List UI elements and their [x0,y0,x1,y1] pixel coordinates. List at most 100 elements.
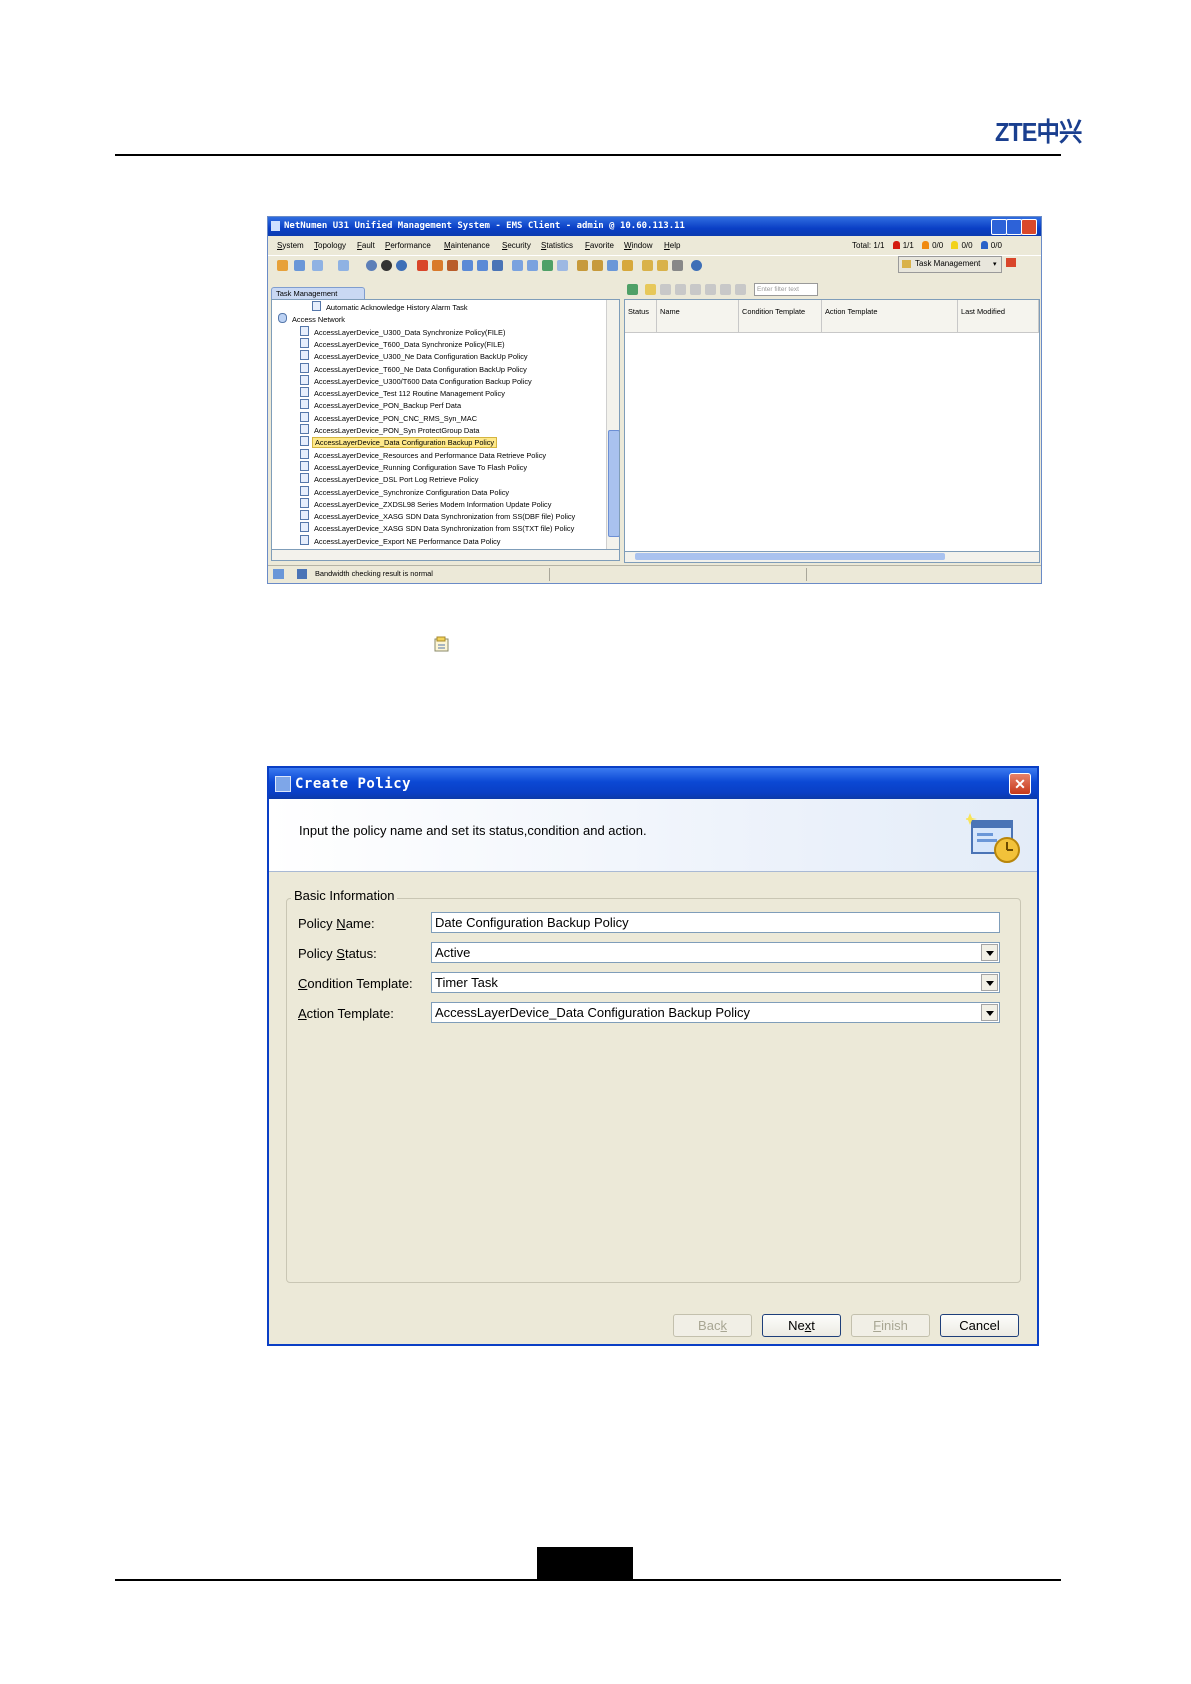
toolbar-icon[interactable] [492,260,503,271]
critical-alarm-icon[interactable] [892,241,900,249]
tree-item[interactable]: AccessLayerDevice_PON_Syn ProtectGroup D… [300,424,482,435]
close-button[interactable] [1021,219,1037,235]
task-management-combo[interactable]: Task Management ▾ [898,256,1002,273]
toolbar-icon[interactable] [527,260,538,271]
tree-item[interactable]: AccessLayerDevice_U300_Data Synchronize … [300,325,507,337]
help-icon[interactable] [691,260,702,271]
toolbar-icon[interactable] [294,260,305,271]
table-horizontal-scrollbar[interactable] [624,551,1040,563]
finish-button[interactable]: Finish [851,1314,930,1337]
menu-security[interactable]: Security [502,241,531,250]
menu-system[interactable]: System [277,241,304,250]
action-template-select[interactable]: AccessLayerDevice_Data Configuration Bac… [431,1002,1000,1023]
alarm-icon[interactable] [417,260,428,271]
tree-item[interactable]: AccessLayerDevice_XASG SDN Data Synchron… [300,522,576,533]
toolbar-icon[interactable] [512,260,523,271]
tree-item[interactable]: AccessLayerDevice_ZXDSL98 Series Modem I… [300,497,553,509]
toolbar-icon[interactable] [592,260,603,271]
toolbar-icon[interactable] [477,260,488,271]
column-header-name[interactable]: Name [657,300,739,333]
menu-help[interactable]: Help [664,241,680,250]
toolbar-icon[interactable] [657,260,668,271]
menu-window[interactable]: Window [624,241,652,250]
major-alarm-icon[interactable] [922,241,930,249]
condition-template-select[interactable]: Timer Task [431,972,1000,993]
chevron-down-icon[interactable] [981,944,998,961]
menu-fault[interactable]: Fault [357,241,375,250]
tree-item[interactable]: AccessLayerDevice_XASG SDN Data Synchron… [300,510,577,521]
column-header-action-template[interactable]: Action Template [822,300,958,333]
tree-horizontal-scrollbar[interactable] [271,549,620,561]
tree-item-label: AccessLayerDevice_PON_Backup Perf Data [314,401,462,411]
toolbar-icon[interactable] [381,260,392,271]
minor-alarm-icon[interactable] [951,241,959,249]
toolbar-icon[interactable] [735,284,746,295]
tree-item[interactable]: AccessLayerDevice_Data Configuration Bac… [300,436,498,449]
tree-item[interactable]: AccessLayerDevice_PON_Backup Perf Data [300,399,463,410]
toolbar-icon[interactable] [675,284,686,295]
chevron-down-icon[interactable] [981,1004,998,1021]
toolbar-icon[interactable] [447,260,458,271]
tree-item[interactable]: AccessLayerDevice_T600_Ne Data Configura… [300,362,529,374]
menu-maintenance[interactable]: Maintenance [444,241,490,250]
toolbar-icon[interactable] [277,260,288,271]
policy-table: Status Name Condition Template Action Te… [624,299,1040,553]
toolbar-icon[interactable] [396,260,407,271]
table-scroll-thumb[interactable] [635,553,945,560]
tree-item[interactable]: AccessLayerDevice_Test 112 Routine Manag… [300,387,507,398]
create-policy-icon[interactable] [645,284,656,295]
menu-performance[interactable]: Performance [385,241,431,250]
tree-item[interactable]: AccessLayerDevice_Synchronize Configurat… [300,485,511,497]
condition-template-label: Condition Template: [298,976,413,991]
filter-input[interactable]: Enter filter text [754,283,818,296]
toolbar-icon[interactable] [622,260,633,271]
toolbar-icon[interactable] [577,260,588,271]
toolbar-icon[interactable] [642,260,653,271]
column-header-last-modified[interactable]: Last Modified [958,300,1039,333]
tree-item[interactable]: AccessLayerDevice_Resources and Performa… [300,448,548,460]
tree-item[interactable]: AccessLayerDevice_Running Configuration … [300,460,529,472]
tree-vertical-scrollbar[interactable] [606,300,619,550]
globe-icon[interactable] [366,260,377,271]
toolbar-icon[interactable] [660,284,671,295]
tree-item[interactable]: AccessLayerDevice_Export NE Performance … [300,534,502,546]
alarm-icon[interactable] [432,260,443,271]
label-text: Policy [298,916,337,931]
tree-scroll-thumb[interactable] [608,430,619,537]
tree-item[interactable]: Access Network [278,313,347,324]
toolbar-icon[interactable] [705,284,716,295]
toolbar-icon[interactable] [542,260,553,271]
tree-item[interactable]: AccessLayerDevice_DSL Port Log Retrieve … [300,473,480,484]
close-icon[interactable]: ✕ [1009,773,1031,795]
toolbar-icon[interactable] [607,260,618,271]
tree-item[interactable]: AccessLayerDevice_PON_CNC_RMS_Syn_MAC [300,411,479,423]
chevron-down-icon[interactable] [981,974,998,991]
tree-item[interactable]: AccessLayerDevice_U300/T600 Data Configu… [300,374,534,386]
cancel-button[interactable]: Cancel [940,1314,1019,1337]
column-header-status[interactable]: Status [625,300,657,333]
toolbar-icon[interactable] [462,260,473,271]
toolbar-alarm-icon[interactable] [1006,258,1016,267]
toolbar-icon[interactable] [690,284,701,295]
next-button[interactable]: Next [762,1314,841,1337]
back-button[interactable]: Back [673,1314,752,1337]
policy-name-input[interactable]: Date Configuration Backup Policy [431,912,1000,933]
tree-item[interactable]: AccessLayerDevice_T600_Data Synchronize … [300,337,507,349]
back-arrow-icon[interactable] [312,260,323,271]
menu-topology[interactable]: Topology [314,241,346,250]
toolbar-icon[interactable] [720,284,731,295]
column-header-condition-template[interactable]: Condition Template [739,300,822,333]
toolbar-icon[interactable] [672,260,683,271]
menu-statistics[interactable]: Statistics [541,241,573,250]
menu-favorite[interactable]: Favorite [585,241,614,250]
tree-item[interactable]: AccessLayerDevice_U300_Ne Data Configura… [300,350,530,361]
forward-arrow-icon[interactable] [338,260,349,271]
toolbar-icon[interactable] [557,260,568,271]
refresh-icon[interactable] [627,284,638,295]
tree-item[interactable]: Automatic Acknowledge History Alarm Task [312,301,470,312]
maximize-button[interactable] [1006,219,1022,235]
policy-status-select[interactable]: Active [431,942,1000,963]
minimize-button[interactable] [991,219,1007,235]
label-text: Policy [298,946,337,961]
warning-alarm-icon[interactable] [980,241,988,249]
